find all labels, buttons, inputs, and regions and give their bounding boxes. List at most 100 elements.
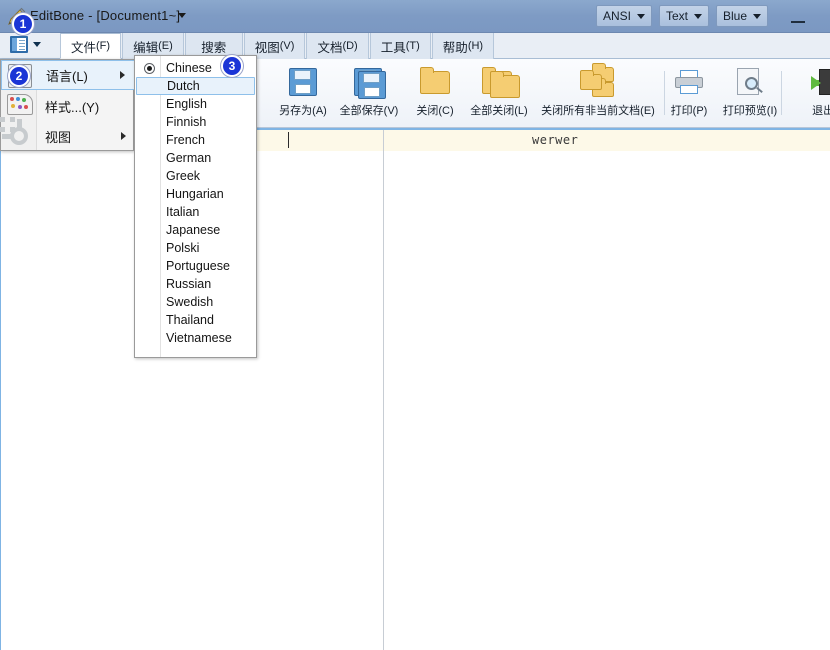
minimize-button[interactable] bbox=[780, 5, 816, 27]
language-item-thailand[interactable]: Thailand bbox=[136, 311, 255, 329]
close-document-icon bbox=[420, 62, 450, 102]
language-item-label: English bbox=[166, 97, 207, 111]
tab-label: 帮助 bbox=[443, 37, 468, 56]
language-item-german[interactable]: German bbox=[136, 149, 255, 167]
close-other-documents-icon bbox=[580, 62, 616, 102]
language-item-vietnamese[interactable]: Vietnamese bbox=[136, 329, 255, 347]
tab-label: 搜索 bbox=[201, 37, 226, 56]
language-item-japanese[interactable]: Japanese bbox=[136, 221, 255, 239]
tab-mnemonic: (V) bbox=[280, 40, 295, 52]
ribbon-button-save-all[interactable]: 全部保存(V) bbox=[334, 62, 404, 124]
tab-label: 编辑 bbox=[133, 37, 158, 56]
language-item-dutch[interactable]: Dutch bbox=[136, 77, 255, 95]
tab-mnemonic: (T) bbox=[406, 40, 420, 52]
ribbon-button-print[interactable]: 打印(P) bbox=[654, 62, 724, 124]
language-item-label: Chinese bbox=[166, 61, 212, 75]
application-window: EditBone - [Document1~] ANSI Text Blue 文… bbox=[0, 0, 830, 650]
language-item-label: German bbox=[166, 151, 211, 165]
exit-icon bbox=[811, 62, 830, 102]
ribbon-button-close[interactable]: 关闭(C) bbox=[400, 62, 470, 124]
chevron-down-icon[interactable] bbox=[178, 13, 186, 18]
chevron-right-icon bbox=[121, 132, 126, 140]
close-all-documents-icon bbox=[482, 62, 516, 102]
language-item-label: Vietnamese bbox=[166, 331, 232, 345]
chevron-right-icon bbox=[120, 71, 125, 79]
language-item-label: French bbox=[166, 133, 205, 147]
language-item-label: Swedish bbox=[166, 295, 213, 309]
tab-label: 文档 bbox=[317, 37, 342, 56]
chevron-down-icon bbox=[33, 42, 41, 47]
print-preview-icon bbox=[737, 62, 763, 102]
menu-item-label: 视图 bbox=[45, 127, 71, 146]
language-item-french[interactable]: French bbox=[136, 131, 255, 149]
minimize-icon bbox=[791, 21, 805, 23]
language-item-label: Greek bbox=[166, 169, 200, 183]
language-item-label: Russian bbox=[166, 277, 211, 291]
language-item-italian[interactable]: Italian bbox=[136, 203, 255, 221]
style-palette-icon bbox=[7, 94, 31, 118]
tab-strip: 文件(F)编辑(E)搜索视图(V)文档(D)工具(T)帮助(H) bbox=[0, 33, 830, 59]
language-item-hungarian[interactable]: Hungarian bbox=[136, 185, 255, 203]
step-badge-2: 2 bbox=[8, 65, 30, 87]
ribbon-button-label: 退出( bbox=[812, 102, 830, 118]
language-item-label: Italian bbox=[166, 205, 199, 219]
tab-0[interactable]: 文件(F) bbox=[60, 33, 121, 59]
menu-item-label: 语言(L) bbox=[46, 66, 88, 85]
menu-item-view[interactable]: 视图 bbox=[1, 121, 135, 151]
text-caret bbox=[288, 132, 289, 148]
language-item-label: Finnish bbox=[166, 115, 206, 129]
menu-item-style[interactable]: 样式...(Y) bbox=[1, 91, 135, 121]
language-item-finnish[interactable]: Finnish bbox=[136, 113, 255, 131]
tab-mnemonic: (F) bbox=[96, 40, 110, 52]
tab-label: 文件 bbox=[71, 37, 96, 56]
tab-mnemonic: (E) bbox=[158, 40, 173, 52]
tab-mnemonic: (D) bbox=[342, 40, 357, 52]
language-list: Chinese Dutch English Finnish French German Gr… bbox=[135, 56, 256, 347]
colorscheme-dropdown-label: Blue bbox=[723, 9, 747, 23]
editor-split-divider[interactable] bbox=[383, 130, 384, 650]
title-bar: EditBone - [Document1~] ANSI Text Blue bbox=[0, 0, 830, 33]
tab-5[interactable]: 工具(T) bbox=[370, 33, 431, 59]
tab-mnemonic: (H) bbox=[468, 40, 483, 52]
chevron-down-icon bbox=[753, 14, 761, 19]
language-item-english[interactable]: English bbox=[136, 95, 255, 113]
menu-item-label: 样式...(Y) bbox=[45, 97, 99, 116]
language-item-label: Polski bbox=[166, 241, 199, 255]
language-item-portuguese[interactable]: Portuguese bbox=[136, 257, 255, 275]
ribbon-button-label: 打印预览(I) bbox=[723, 102, 777, 118]
chevron-down-icon bbox=[694, 14, 702, 19]
ribbon-separator bbox=[781, 71, 782, 115]
highlighter-dropdown-label: Text bbox=[666, 9, 688, 23]
ribbon-button-exit[interactable]: 退出( bbox=[790, 62, 830, 124]
editor-area[interactable]: werwer bbox=[0, 128, 830, 650]
tab-6[interactable]: 帮助(H) bbox=[432, 33, 494, 59]
panel-layout-button[interactable] bbox=[10, 36, 41, 53]
language-item-swedish[interactable]: Swedish bbox=[136, 293, 255, 311]
ribbon-tabs: 文件(F)编辑(E)搜索视图(V)文档(D)工具(T)帮助(H) bbox=[60, 33, 495, 59]
ribbon-button-save-as[interactable]: 另存为(A) bbox=[268, 62, 338, 124]
window-title: EditBone - [Document1~] bbox=[30, 8, 180, 23]
editor-left-border bbox=[0, 130, 1, 650]
gear-icon bbox=[7, 124, 31, 148]
ribbon-button-label: 全部保存(V) bbox=[340, 102, 399, 118]
language-item-label: Japanese bbox=[166, 223, 220, 237]
ribbon-button-label: 打印(P) bbox=[671, 102, 708, 118]
language-item-label: Portuguese bbox=[166, 259, 230, 273]
print-icon bbox=[675, 62, 703, 102]
encoding-dropdown[interactable]: ANSI bbox=[596, 5, 652, 27]
tab-4[interactable]: 文档(D) bbox=[306, 33, 368, 59]
tab-label: 工具 bbox=[381, 37, 406, 56]
chevron-down-icon bbox=[637, 14, 645, 19]
document-text: werwer bbox=[532, 133, 578, 147]
language-item-label: Hungarian bbox=[166, 187, 224, 201]
colorscheme-dropdown[interactable]: Blue bbox=[716, 5, 768, 27]
step-badge-1: 1 bbox=[12, 13, 34, 35]
tab-label: 视图 bbox=[255, 37, 280, 56]
language-item-russian[interactable]: Russian bbox=[136, 275, 255, 293]
highlighter-dropdown[interactable]: Text bbox=[659, 5, 709, 27]
encoding-dropdown-label: ANSI bbox=[603, 9, 631, 23]
ribbon-button-label: 关闭(C) bbox=[416, 102, 453, 118]
language-item-polski[interactable]: Polski bbox=[136, 239, 255, 257]
language-item-greek[interactable]: Greek bbox=[136, 167, 255, 185]
ribbon-button-print-preview[interactable]: 打印预览(I) bbox=[715, 62, 785, 124]
